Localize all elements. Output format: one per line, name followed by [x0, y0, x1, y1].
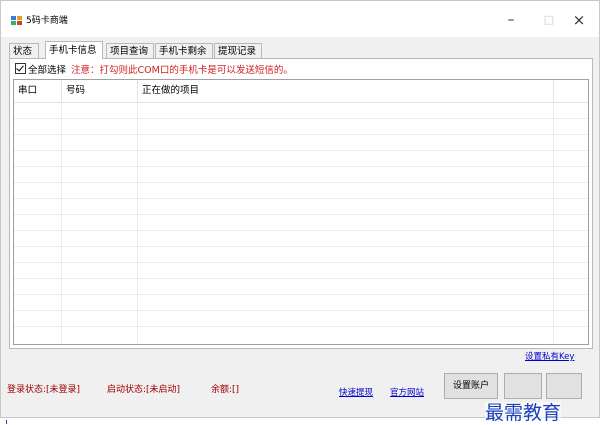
grid-row-line: [14, 326, 588, 327]
tab-withdraw-records[interactable]: 提现记录: [214, 43, 262, 58]
grid-row-line: [14, 214, 588, 215]
column-header-current-project[interactable]: 正在做的项目: [138, 80, 554, 102]
grid-row-line: [14, 262, 588, 263]
grid-column-divider: [137, 102, 138, 344]
grid-row-line: [14, 246, 588, 247]
edge-marker: [6, 420, 7, 424]
set-account-button[interactable]: 设置账户: [444, 373, 498, 399]
minimize-button[interactable]: –: [493, 9, 529, 31]
grid-column-divider: [553, 102, 554, 344]
grid-row-line: [14, 230, 588, 231]
action-button-2[interactable]: [504, 373, 542, 399]
grid-column-divider: [61, 102, 62, 344]
grid-row-line: [14, 182, 588, 183]
tab-project-query[interactable]: 项目查询: [106, 43, 154, 58]
column-header-number[interactable]: 号码: [62, 80, 138, 102]
window-title: 5码卡商端: [26, 16, 68, 26]
grid-row-line: [14, 278, 588, 279]
balance-status: 余额:[]: [211, 385, 240, 395]
select-all-label[interactable]: 全部选择: [28, 65, 66, 76]
notice-text: 注意：打勾则此COM口的手机卡是可以发送短信的。: [71, 65, 293, 76]
phone-card-grid[interactable]: 串口 号码 正在做的项目: [13, 79, 589, 345]
title-bar: 5码卡商端 – □ ×: [1, 1, 599, 37]
app-window-icon: [11, 16, 22, 25]
quick-withdraw-link[interactable]: 快速提现: [339, 386, 373, 398]
close-button[interactable]: ×: [561, 9, 597, 31]
tab-phone-card-remaining[interactable]: 手机卡剩余: [155, 43, 213, 58]
grid-row-line: [14, 310, 588, 311]
action-button-3[interactable]: [546, 373, 582, 399]
column-header-port[interactable]: 串口: [14, 80, 62, 102]
grid-row-line: [14, 198, 588, 199]
grid-header: 串口 号码 正在做的项目: [14, 80, 588, 103]
start-status: 启动状态:[未启动]: [107, 385, 181, 395]
select-all-row: 全部选择 注意：打勾则此COM口的手机卡是可以发送短信的。: [15, 63, 293, 77]
main-window: 5码卡商端 – □ × 状态 手机卡信息 项目查询 手机卡剩余 提现记录 全部选…: [0, 0, 600, 418]
watermark-text: 最需教育: [485, 402, 562, 424]
set-private-key-link[interactable]: 设置私有Key: [525, 350, 574, 362]
grid-row-line: [14, 150, 588, 151]
tab-status[interactable]: 状态: [9, 43, 39, 58]
official-site-link[interactable]: 官方网站: [390, 386, 424, 398]
login-status: 登录状态:[未登录]: [7, 385, 81, 395]
tab-phone-card-info[interactable]: 手机卡信息: [45, 41, 103, 59]
grid-row-line: [14, 294, 588, 295]
grid-row-line: [14, 118, 588, 119]
phone-card-info-panel: 全部选择 注意：打勾则此COM口的手机卡是可以发送短信的。 串口 号码 正在做的项…: [9, 58, 593, 349]
grid-row-line: [14, 166, 588, 167]
grid-row-line: [14, 134, 588, 135]
select-all-checkbox[interactable]: [15, 63, 26, 74]
